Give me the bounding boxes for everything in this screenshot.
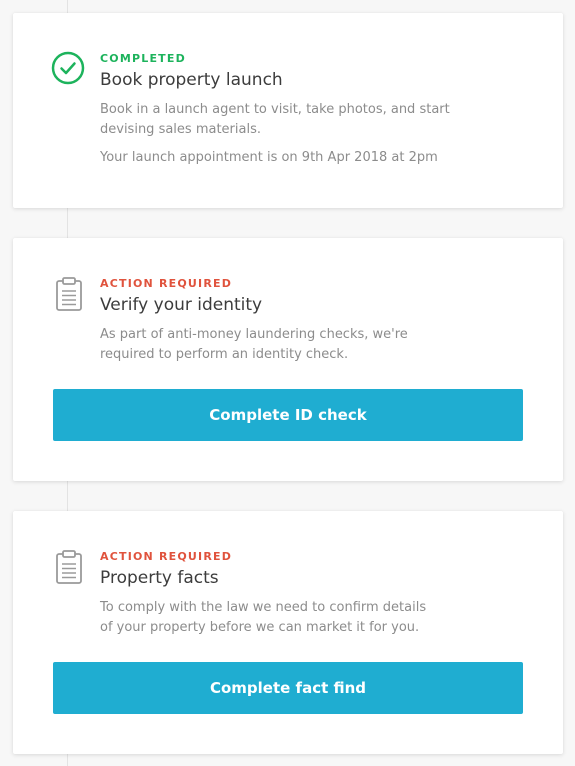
task-card-verify-identity: ACTION REQUIRED Verify your identity As …	[13, 238, 563, 481]
task-description-line: Book in a launch agent to visit, take ph…	[100, 102, 450, 117]
task-description: As part of anti-money laundering checks,…	[100, 325, 500, 365]
task-title: Property facts	[100, 568, 219, 588]
status-badge: ACTION REQUIRED	[100, 277, 233, 290]
task-description-line: required to perform an identity check.	[100, 347, 349, 362]
task-description-line: As part of anti-money laundering checks,…	[100, 327, 408, 342]
task-description-line: devising sales materials.	[100, 122, 261, 137]
task-card-book-property-launch: COMPLETED Book property launch Book in a…	[13, 13, 563, 208]
task-description: To comply with the law we need to confir…	[100, 598, 500, 638]
task-title: Book property launch	[100, 70, 283, 90]
appointment-note: Your launch appointment is on 9th Apr 20…	[100, 150, 438, 165]
task-description: Book in a launch agent to visit, take ph…	[100, 100, 500, 140]
status-badge: COMPLETED	[100, 52, 186, 65]
clipboard-icon	[52, 275, 86, 313]
task-description-line: To comply with the law we need to confir…	[100, 600, 427, 615]
status-badge: ACTION REQUIRED	[100, 550, 233, 563]
complete-id-check-button[interactable]: Complete ID check	[53, 389, 523, 441]
check-circle-icon	[51, 51, 85, 85]
task-description-line: of your property before we can market it…	[100, 620, 420, 635]
task-card-property-facts: ACTION REQUIRED Property facts To comply…	[13, 511, 563, 754]
clipboard-icon	[52, 548, 86, 586]
task-title: Verify your identity	[100, 295, 263, 315]
complete-fact-find-button[interactable]: Complete fact find	[53, 662, 523, 714]
